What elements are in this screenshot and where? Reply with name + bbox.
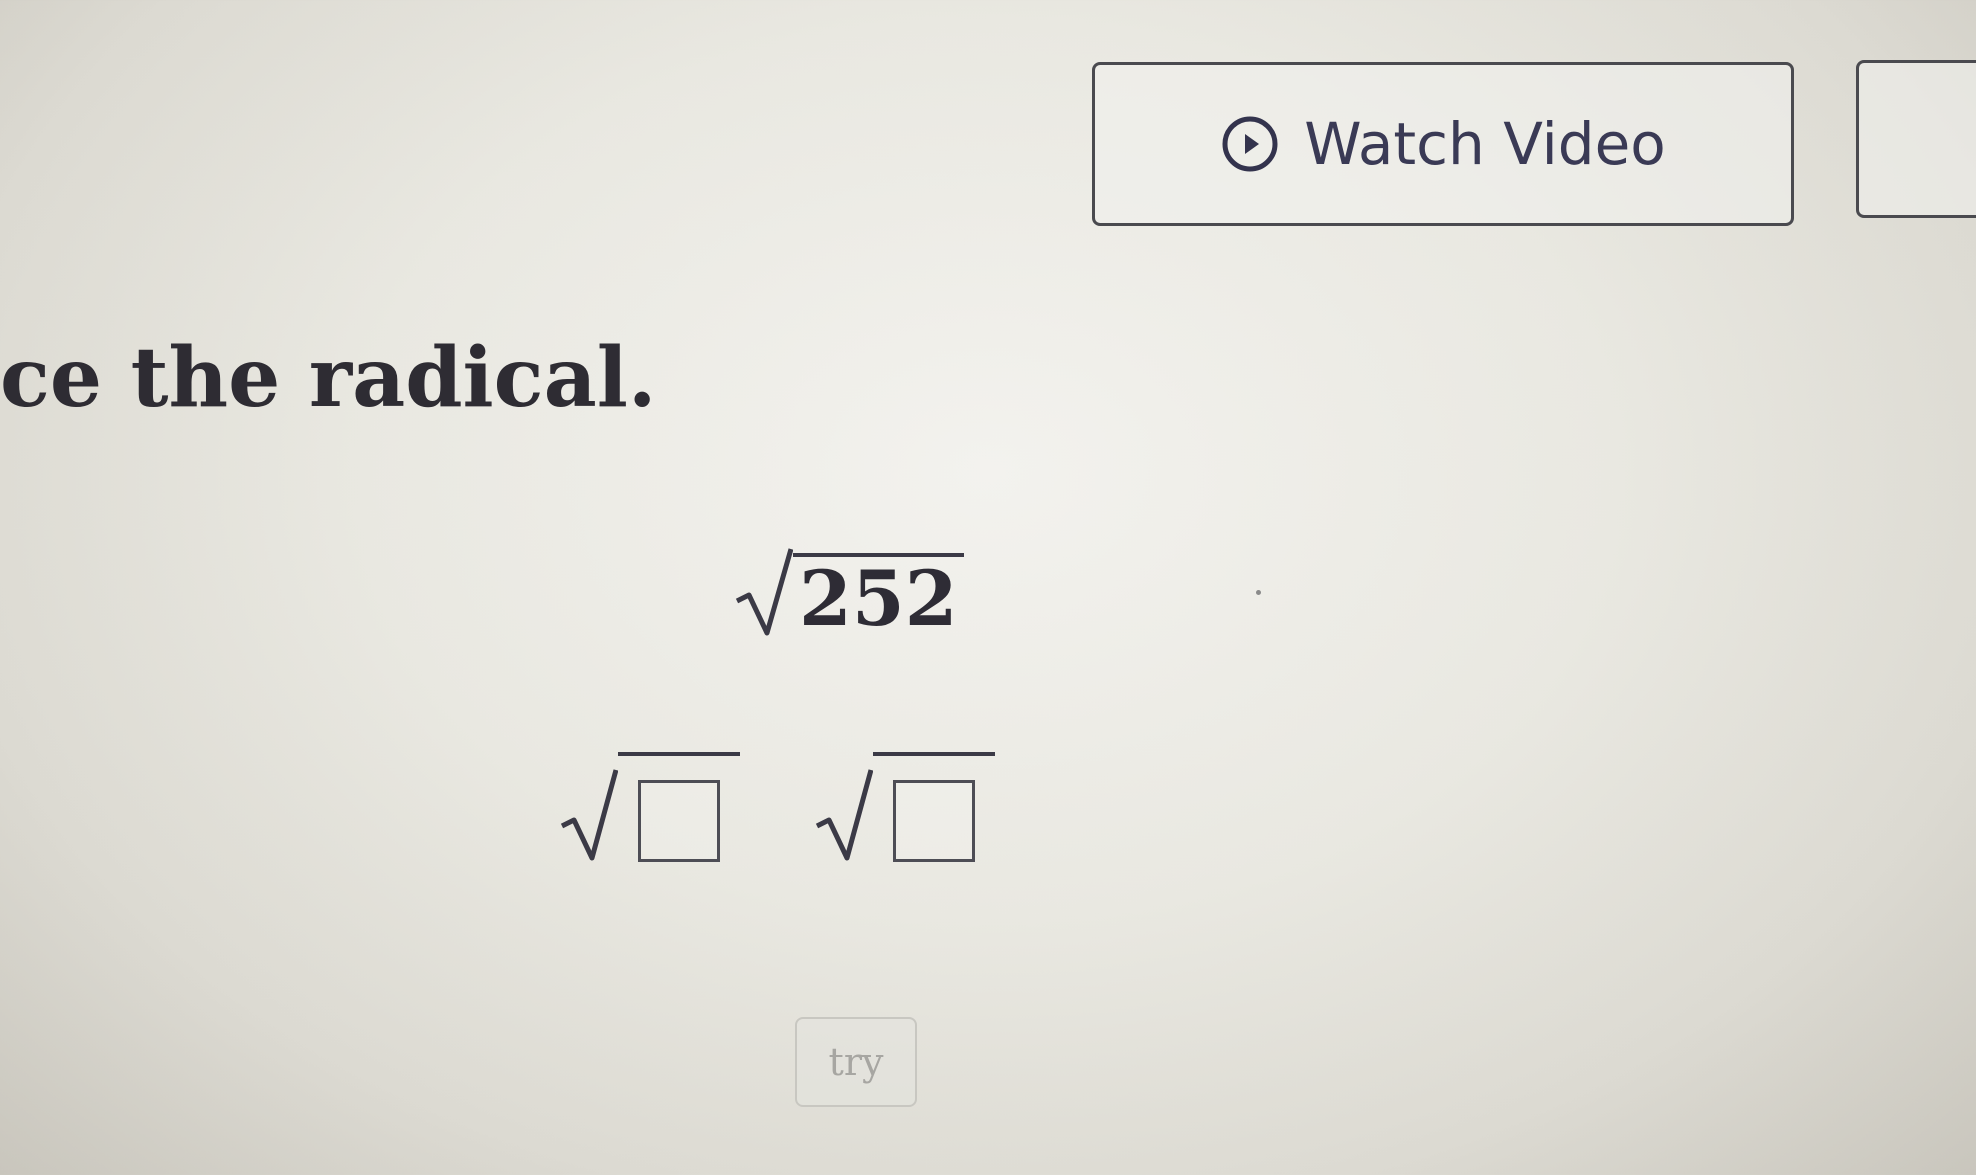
answer-radical-2 bbox=[815, 752, 995, 862]
answer-input-2[interactable] bbox=[893, 780, 975, 862]
radical-sign-icon bbox=[815, 769, 873, 861]
radical-expression: 252 bbox=[735, 545, 964, 637]
try-button[interactable]: try bbox=[795, 1017, 917, 1107]
stray-dot bbox=[1256, 590, 1261, 595]
watch-video-label: Watch Video bbox=[1304, 110, 1666, 178]
radical-sign-icon bbox=[560, 769, 618, 861]
side-panel-button[interactable] bbox=[1856, 60, 1976, 218]
answer-radical-1 bbox=[560, 752, 740, 862]
play-circle-icon bbox=[1222, 116, 1278, 172]
answer-radicand-2 bbox=[873, 752, 995, 862]
radical-sign-icon bbox=[735, 548, 793, 636]
question-instruction: ce the radical. bbox=[0, 330, 657, 426]
answer-radicand-1 bbox=[618, 752, 740, 862]
watch-video-button[interactable]: Watch Video bbox=[1092, 62, 1794, 226]
answer-input-1[interactable] bbox=[638, 780, 720, 862]
radicand-value: 252 bbox=[793, 553, 964, 637]
